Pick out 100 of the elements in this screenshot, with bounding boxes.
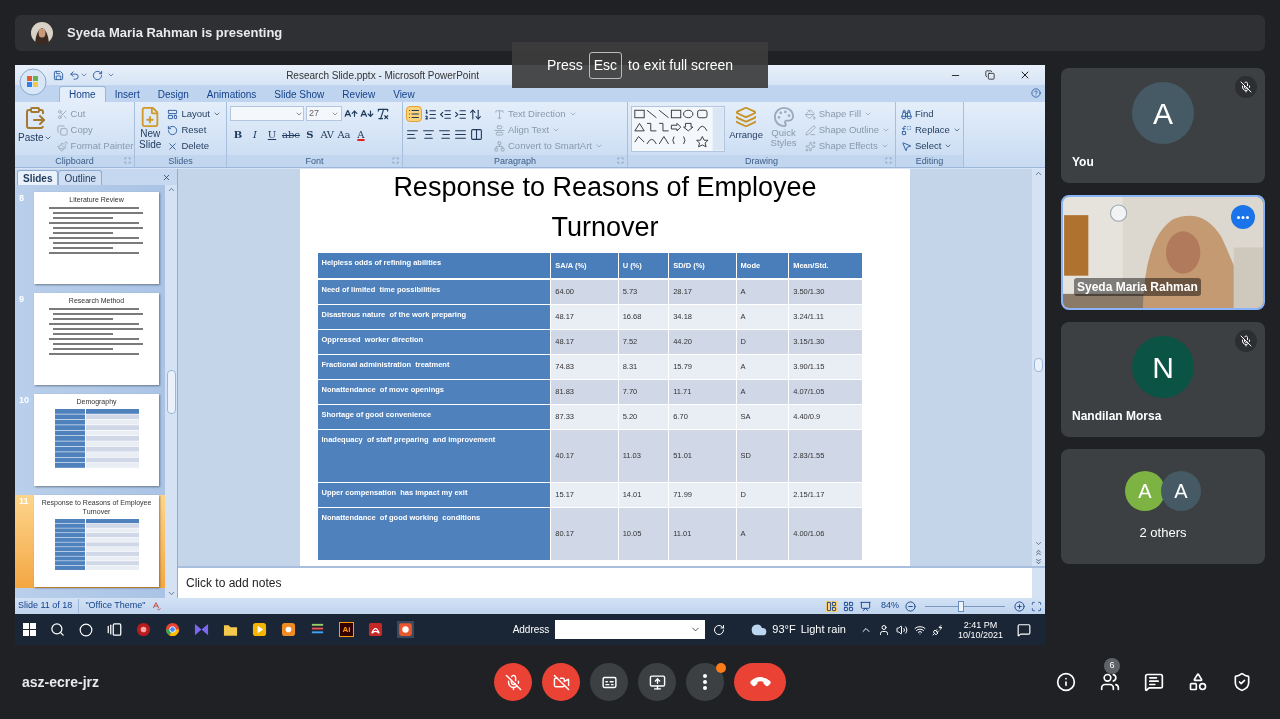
ribbon-tab[interactable]: Animations (197, 86, 266, 102)
restore-icon[interactable] (985, 70, 995, 80)
next-slide-icon[interactable] (1034, 557, 1043, 566)
address-label: Address (512, 623, 550, 637)
search-icon[interactable] (50, 622, 65, 637)
customize-icon[interactable] (107, 71, 115, 79)
circle-icon[interactable] (79, 622, 93, 637)
arrange-button[interactable]: Arrange (727, 106, 765, 143)
format-button[interactable]: B (230, 127, 246, 142)
panel-tab[interactable]: Outline (58, 170, 103, 185)
info-icon[interactable] (1056, 672, 1076, 692)
spell-check-icon[interactable] (151, 601, 162, 611)
save-icon[interactable] (53, 69, 64, 81)
format-button[interactable]: I (247, 127, 263, 142)
find-button[interactable]: Find (899, 106, 963, 122)
close-icon[interactable] (1019, 69, 1031, 81)
captions-button[interactable] (590, 663, 628, 701)
scroll-thumb[interactable] (166, 370, 176, 414)
justify-icon[interactable] (454, 128, 467, 141)
refresh-icon[interactable] (713, 623, 726, 636)
person-icon[interactable] (877, 623, 890, 636)
previous-slide-icon[interactable] (1034, 548, 1043, 557)
present-button[interactable] (638, 663, 676, 701)
redo-icon[interactable] (92, 69, 103, 81)
format-button[interactable]: abc (281, 127, 301, 142)
chat-icon[interactable] (1144, 672, 1164, 692)
notification-icon[interactable] (1017, 622, 1031, 637)
normal-view-icon[interactable] (826, 600, 837, 612)
sorter-view-icon[interactable] (843, 600, 854, 612)
camera-button[interactable] (542, 663, 580, 701)
task-view-icon[interactable] (107, 622, 122, 637)
presentation-app-icon[interactable] (397, 621, 414, 638)
align-left-icon[interactable] (406, 128, 419, 141)
zoom-out-icon[interactable] (905, 600, 916, 612)
ribbon-tab[interactable]: Review (333, 86, 385, 102)
microphone-button[interactable] (494, 663, 532, 701)
pdf-icon[interactable] (368, 622, 383, 637)
select-button[interactable]: Select (899, 138, 963, 154)
font-size-field[interactable]: 27 (306, 106, 342, 121)
align-center-icon[interactable] (422, 128, 435, 141)
windows-icon[interactable] (23, 623, 36, 636)
app-icon[interactable] (136, 622, 151, 637)
end-call-button[interactable] (734, 663, 786, 701)
scroll-up-icon[interactable] (166, 185, 176, 194)
more-button[interactable] (686, 663, 724, 701)
format-button[interactable]: U (264, 127, 280, 142)
bullets-button[interactable] (406, 106, 422, 122)
format-button[interactable]: AV (318, 127, 335, 142)
slideshow-view-icon[interactable] (860, 600, 871, 612)
ribbon-tab[interactable]: Slide Show (265, 86, 334, 102)
font-name-field[interactable] (230, 106, 304, 121)
layout-button[interactable]: Layout (165, 106, 223, 122)
delete-button[interactable]: Delete (165, 138, 223, 154)
zoom-in-icon[interactable] (1014, 600, 1025, 612)
new-slide-button[interactable]: New Slide (138, 106, 163, 150)
more-icon (703, 674, 707, 690)
wifi-icon[interactable] (913, 623, 926, 636)
shape-gallery[interactable] (631, 106, 725, 152)
ribbon-tab[interactable]: Design (148, 86, 198, 102)
format-button[interactable]: A (352, 127, 369, 142)
columns-icon[interactable] (470, 128, 483, 141)
slider-thumb[interactable] (958, 600, 964, 612)
scroll-down-icon[interactable] (1034, 539, 1043, 548)
zoom-slider[interactable] (922, 600, 1008, 612)
line-spacing-icon[interactable] (469, 107, 482, 121)
avatar: A (1161, 471, 1201, 511)
caret-icon[interactable] (80, 71, 88, 79)
scroll-thumb[interactable] (1034, 358, 1043, 372)
people-icon[interactable] (1100, 672, 1120, 692)
folder-icon[interactable] (223, 622, 238, 637)
fit-icon[interactable] (1031, 600, 1042, 612)
align-right-icon[interactable] (438, 128, 451, 141)
ribbon-tab[interactable]: Home (59, 86, 106, 102)
browser-icon[interactable] (165, 622, 180, 637)
indent-increase-icon[interactable] (454, 107, 467, 121)
volume-icon[interactable] (895, 623, 908, 636)
indent-decrease-icon[interactable] (439, 107, 452, 121)
power-icon[interactable] (931, 623, 944, 636)
ribbon-tab[interactable]: Insert (105, 86, 149, 102)
reset-button[interactable]: Reset (165, 122, 223, 138)
app-icon[interactable] (281, 622, 296, 637)
scroll-up-icon[interactable] (1034, 169, 1043, 178)
replace-button[interactable]: Replace (899, 122, 963, 138)
paste-button[interactable]: Paste (18, 106, 52, 145)
address-field[interactable] (555, 620, 706, 639)
numbering-icon[interactable] (424, 107, 437, 121)
security-icon[interactable] (1232, 672, 1252, 692)
mic-off-icon (504, 673, 522, 691)
participant-name: You (1072, 154, 1094, 171)
play-icon[interactable] (252, 622, 267, 637)
panel-tab[interactable]: Slides (17, 170, 59, 185)
activities-icon[interactable] (1188, 672, 1208, 692)
format-button[interactable]: S (301, 127, 318, 142)
format-button[interactable]: Aa (335, 127, 352, 142)
undo-icon[interactable] (69, 69, 80, 81)
illustrator-icon[interactable]: Ai (339, 622, 354, 637)
palette-icon (772, 106, 795, 128)
scroll-down-icon[interactable] (166, 589, 176, 598)
ribbon-tab[interactable]: View (384, 86, 424, 102)
clear-formatting-icon[interactable] (376, 106, 390, 121)
